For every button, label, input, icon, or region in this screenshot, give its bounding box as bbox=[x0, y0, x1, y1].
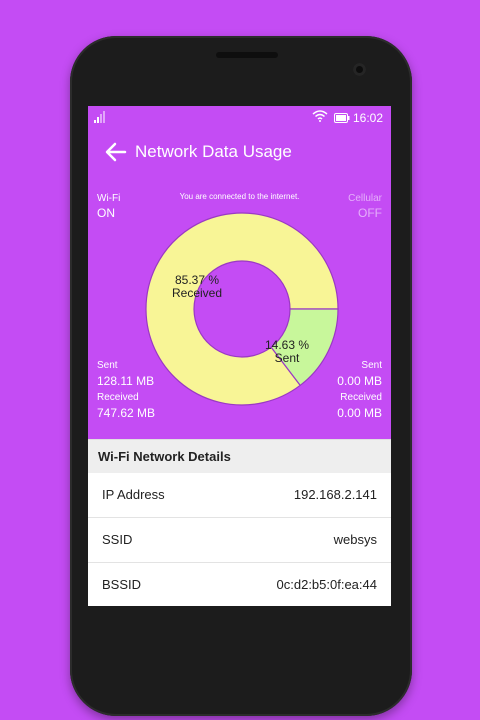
ip-address-label: IP Address bbox=[102, 487, 165, 502]
signal-icon bbox=[94, 111, 108, 126]
usage-panel: 16:02 Network Data Usage Wi-Fi ON Cellul… bbox=[88, 106, 391, 439]
wifi-received-value: 747.62 MB bbox=[97, 406, 156, 420]
donut-label-received-percent: 85.37 % bbox=[175, 273, 219, 287]
wifi-state[interactable]: ON bbox=[97, 206, 115, 220]
usage-donut-chart: 85.37 %Received 14.63 %Sent bbox=[145, 212, 339, 406]
earpiece-speaker bbox=[216, 52, 278, 58]
status-bar: 16:02 bbox=[88, 106, 391, 130]
wifi-received-label: Received bbox=[97, 392, 139, 403]
bssid-label: BSSID bbox=[102, 577, 142, 592]
battery-icon bbox=[334, 112, 350, 126]
details-header: Wi-Fi Network Details bbox=[88, 439, 391, 473]
cellular-state[interactable]: OFF bbox=[358, 206, 382, 220]
page-title: Network Data Usage bbox=[135, 142, 292, 161]
donut-label-received-name: Received bbox=[172, 286, 222, 300]
connection-status: You are connected to the internet. bbox=[179, 192, 300, 201]
cellular-received-label: Received bbox=[340, 392, 382, 403]
phone-screen: 16:02 Network Data Usage Wi-Fi ON Cellul… bbox=[88, 106, 391, 606]
wifi-icon bbox=[312, 110, 328, 125]
detail-row-ip-address: IP Address 192.168.2.141 bbox=[88, 473, 391, 518]
bssid-value: 0c:d2:b5:0f:ea:44 bbox=[276, 577, 377, 592]
detail-row-ssid: SSID websys bbox=[88, 518, 391, 563]
cellular-received-value: 0.00 MB bbox=[337, 406, 382, 420]
wifi-sent-value: 128.11 MB bbox=[97, 374, 155, 388]
back-arrow-icon[interactable] bbox=[102, 138, 130, 166]
front-camera bbox=[353, 63, 366, 76]
details-title: Wi-Fi Network Details bbox=[98, 449, 231, 464]
app-bar: Network Data Usage bbox=[88, 130, 391, 178]
ip-address-value: 192.168.2.141 bbox=[293, 487, 377, 502]
ssid-value: websys bbox=[333, 532, 377, 547]
cellular-sent-value: 0.00 MB bbox=[337, 374, 382, 388]
wifi-sent-label: Sent bbox=[97, 360, 118, 371]
donut-label-sent-percent: 14.63 % bbox=[265, 338, 309, 352]
status-time: 16:02 bbox=[353, 111, 384, 125]
ssid-label: SSID bbox=[102, 532, 133, 547]
donut-label-sent-name: Sent bbox=[275, 351, 300, 365]
detail-row-bssid: BSSID 0c:d2:b5:0f:ea:44 bbox=[88, 563, 391, 606]
cellular-sent-label: Sent bbox=[361, 360, 382, 371]
